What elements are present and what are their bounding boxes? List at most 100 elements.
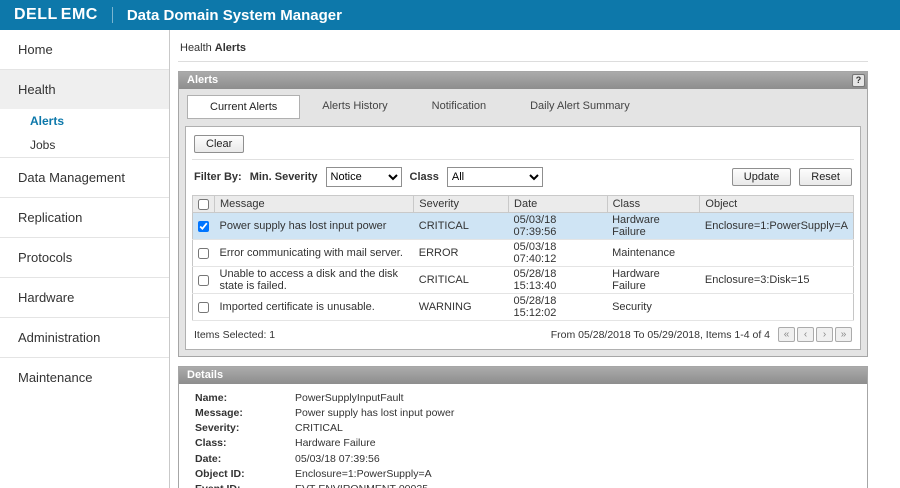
- dell-logo-text: DELL: [14, 6, 58, 24]
- cell-object: [700, 240, 854, 267]
- row-checkbox[interactable]: [198, 275, 209, 286]
- column-header-severity[interactable]: Severity: [414, 196, 509, 213]
- breadcrumb-section[interactable]: Health: [180, 42, 212, 54]
- sidebar-item-maintenance[interactable]: Maintenance: [0, 357, 169, 397]
- column-header-date[interactable]: Date: [509, 196, 608, 213]
- cell-object: Enclosure=3:Disk=15: [700, 267, 854, 294]
- detail-label: Event ID:: [195, 483, 295, 488]
- cell-severity: ERROR: [414, 240, 509, 267]
- detail-row-severity: Severity: CRITICAL: [195, 421, 857, 436]
- alerts-table: Message Severity Date Class Object Power…: [192, 195, 854, 321]
- date-range-text: From 05/28/2018 To 05/29/2018, Items 1-4…: [551, 329, 770, 341]
- cell-date: 05/28/18 15:13:40: [509, 267, 608, 294]
- cell-message: Power supply has lost input power: [215, 213, 414, 240]
- sidebar-item-health[interactable]: Health: [0, 69, 169, 109]
- cell-object: [700, 294, 854, 321]
- table-row[interactable]: Error communicating with mail server. ER…: [193, 240, 854, 267]
- detail-row-class: Class: Hardware Failure: [195, 436, 857, 451]
- cell-message: Unable to access a disk and the disk sta…: [215, 267, 414, 294]
- filter-row: Filter By: Min. Severity Notice Class Al…: [192, 160, 854, 195]
- sidebar-item-data-management[interactable]: Data Management: [0, 157, 169, 197]
- cell-class: Security: [607, 294, 700, 321]
- app-header: DELLEMC Data Domain System Manager: [0, 0, 900, 30]
- sidebar-item-jobs[interactable]: Jobs: [0, 133, 169, 157]
- cell-class: Hardware Failure: [607, 267, 700, 294]
- cell-date: 05/28/18 15:12:02: [509, 294, 608, 321]
- column-header-class[interactable]: Class: [607, 196, 700, 213]
- min-severity-label: Min. Severity: [250, 171, 318, 183]
- detail-value: Enclosure=1:PowerSupply=A: [295, 468, 857, 481]
- alerts-toolbar: Clear: [192, 132, 854, 160]
- detail-row-name: Name: PowerSupplyInputFault: [195, 391, 857, 406]
- column-header-message[interactable]: Message: [215, 196, 414, 213]
- detail-label: Date:: [195, 453, 295, 466]
- detail-label: Name:: [195, 392, 295, 405]
- details-panel-header: Details: [179, 367, 867, 384]
- alerts-panel-header: Alerts ?: [179, 72, 867, 89]
- cell-message: Error communicating with mail server.: [215, 240, 414, 267]
- details-panel: Details Name: PowerSupplyInputFault Mess…: [178, 366, 868, 488]
- details-panel-title: Details: [187, 369, 223, 381]
- sidebar-item-alerts[interactable]: Alerts: [0, 109, 169, 133]
- detail-row-date: Date: 05/03/18 07:39:56: [195, 452, 857, 467]
- row-checkbox[interactable]: [198, 221, 209, 232]
- sidebar: Home Health Alerts Jobs Data Management …: [0, 30, 170, 488]
- table-row[interactable]: Unable to access a disk and the disk sta…: [193, 267, 854, 294]
- detail-value: Power supply has lost input power: [295, 407, 857, 420]
- column-header-object[interactable]: Object: [700, 196, 854, 213]
- emc-logo-text: EMC: [61, 6, 98, 24]
- items-selected-text: Items Selected: 1: [194, 329, 275, 341]
- update-button[interactable]: Update: [732, 168, 791, 186]
- details-body: Name: PowerSupplyInputFault Message: Pow…: [179, 384, 867, 488]
- cell-class: Hardware Failure: [607, 213, 700, 240]
- sidebar-item-replication[interactable]: Replication: [0, 197, 169, 237]
- breadcrumb: HealthAlerts: [178, 36, 868, 62]
- class-select[interactable]: All: [447, 167, 543, 187]
- alerts-tabs: Current Alerts Alerts History Notificati…: [185, 95, 861, 119]
- clear-button[interactable]: Clear: [194, 135, 244, 153]
- detail-value: Hardware Failure: [295, 437, 857, 450]
- select-all-checkbox[interactable]: [198, 199, 209, 210]
- detail-label: Severity:: [195, 422, 295, 435]
- filter-by-label: Filter By:: [194, 171, 242, 183]
- pagination-prev-icon[interactable]: ‹: [797, 327, 814, 342]
- alerts-inner-box: Clear Filter By: Min. Severity Notice Cl…: [185, 126, 861, 350]
- class-label: Class: [410, 171, 439, 183]
- tab-current-alerts[interactable]: Current Alerts: [187, 95, 300, 119]
- tab-notification[interactable]: Notification: [410, 95, 508, 119]
- reset-button[interactable]: Reset: [799, 168, 852, 186]
- cell-class: Maintenance: [607, 240, 700, 267]
- table-footer: Items Selected: 1 From 05/28/2018 To 05/…: [192, 321, 854, 345]
- tab-daily-alert-summary[interactable]: Daily Alert Summary: [508, 95, 652, 119]
- row-checkbox[interactable]: [198, 302, 209, 313]
- cell-severity: WARNING: [414, 294, 509, 321]
- pagination: « ‹ › »: [778, 327, 852, 342]
- help-icon[interactable]: ?: [852, 74, 865, 87]
- pagination-first-icon[interactable]: «: [778, 327, 795, 342]
- detail-label: Class:: [195, 437, 295, 450]
- cell-object: Enclosure=1:PowerSupply=A: [700, 213, 854, 240]
- detail-label: Message:: [195, 407, 295, 420]
- alerts-panel: Alerts ? Current Alerts Alerts History N…: [178, 71, 868, 357]
- main-content: HealthAlerts Alerts ? Current Alerts Ale…: [170, 30, 900, 488]
- min-severity-select[interactable]: Notice: [326, 167, 402, 187]
- tab-alerts-history[interactable]: Alerts History: [300, 95, 409, 119]
- sidebar-item-protocols[interactable]: Protocols: [0, 237, 169, 277]
- detail-label: Object ID:: [195, 468, 295, 481]
- sidebar-item-home[interactable]: Home: [0, 30, 169, 69]
- cell-severity: CRITICAL: [414, 213, 509, 240]
- pagination-next-icon[interactable]: ›: [816, 327, 833, 342]
- table-row[interactable]: Imported certificate is unusable. WARNIN…: [193, 294, 854, 321]
- sidebar-item-hardware[interactable]: Hardware: [0, 277, 169, 317]
- sidebar-item-administration[interactable]: Administration: [0, 317, 169, 357]
- row-checkbox[interactable]: [198, 248, 209, 259]
- table-row[interactable]: Power supply has lost input power CRITIC…: [193, 213, 854, 240]
- detail-row-message: Message: Power supply has lost input pow…: [195, 406, 857, 421]
- pagination-last-icon[interactable]: »: [835, 327, 852, 342]
- table-header-row: Message Severity Date Class Object: [193, 196, 854, 213]
- detail-row-event-id: Event ID: EVT-ENVIRONMENT-00025: [195, 482, 857, 488]
- detail-row-object-id: Object ID: Enclosure=1:PowerSupply=A: [195, 467, 857, 482]
- alerts-panel-title: Alerts: [187, 74, 218, 86]
- app-title: Data Domain System Manager: [127, 7, 342, 24]
- cell-severity: CRITICAL: [414, 267, 509, 294]
